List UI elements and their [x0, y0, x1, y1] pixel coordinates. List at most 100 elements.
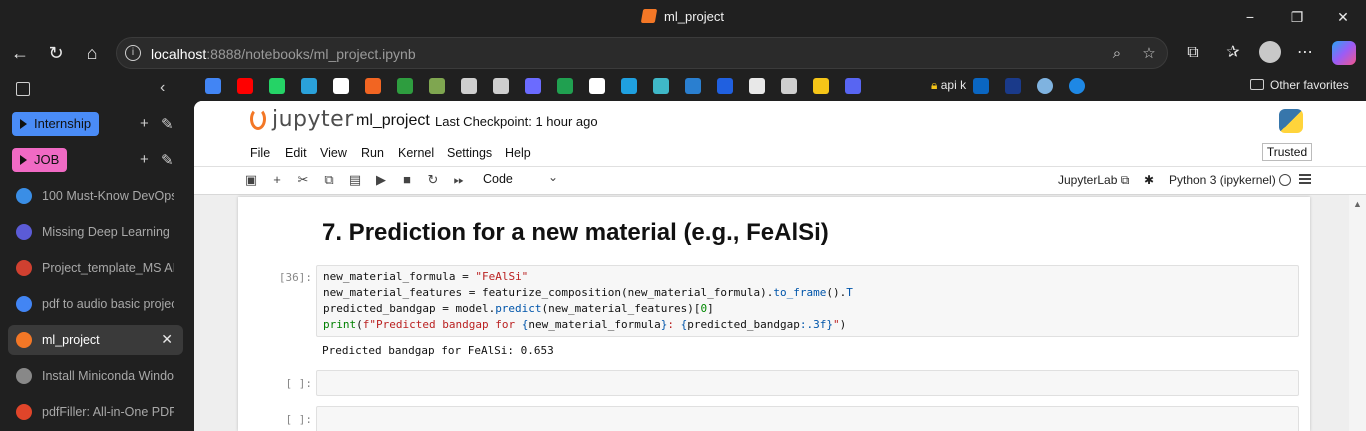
- vertical-scrollbar[interactable]: ▲: [1349, 195, 1366, 431]
- fast-forward-icon[interactable]: ⏩︎: [451, 172, 467, 188]
- eye-icon[interactable]: [653, 78, 669, 94]
- copy-icon[interactable]: ⧉: [321, 172, 337, 188]
- menu-edit[interactable]: Edit: [285, 146, 307, 160]
- code-line: new_material_formula = "FeAlSi": [323, 270, 529, 283]
- restart-icon[interactable]: ↻: [425, 172, 441, 188]
- emoji-icon[interactable]: [813, 78, 829, 94]
- sidebar-tab[interactable]: pdfFiller: All-in-One PDF: [8, 397, 183, 427]
- github-icon[interactable]: [589, 78, 605, 94]
- check-icon[interactable]: [1069, 78, 1085, 94]
- close-window-button[interactable]: ✕: [1334, 8, 1352, 26]
- cut-icon[interactable]: ✂: [295, 172, 311, 188]
- google-icon[interactable]: [205, 78, 221, 94]
- empty-code-cell[interactable]: [316, 406, 1299, 431]
- add-cell-icon[interactable]: +: [269, 172, 285, 188]
- chevron-down-icon[interactable]: ⌄: [548, 170, 558, 184]
- back-arrow-icon[interactable]: ←: [9, 42, 31, 64]
- kernel-name[interactable]: Python 3 (ipykernel): [1169, 173, 1276, 187]
- profile-avatar[interactable]: [1259, 41, 1281, 63]
- c-icon[interactable]: [717, 78, 733, 94]
- sidebar-tab[interactable]: Install Miniconda Windo: [8, 361, 183, 391]
- menu-help[interactable]: Help: [505, 146, 531, 160]
- more-options-icon[interactable]: ⋯: [1294, 42, 1316, 64]
- code-line: predicted_bandgap = model.predict(new_ma…: [323, 302, 714, 315]
- menu-view[interactable]: View: [320, 146, 347, 160]
- telegram-icon[interactable]: [301, 78, 317, 94]
- run-icon[interactable]: ▶: [373, 172, 389, 188]
- tab-group-job[interactable]: JOB: [12, 148, 68, 172]
- close-tab-icon[interactable]: ✕: [161, 331, 173, 348]
- tab-label: pdf to audio basic projec: [42, 297, 174, 311]
- sidebar-tab[interactable]: Missing Deep Learning F: [8, 217, 183, 247]
- home-icon[interactable]: ⌂: [81, 42, 103, 64]
- sidebar-tab[interactable]: Project_template_MS AI: [8, 253, 183, 283]
- edit-group-icon[interactable]: ✎: [161, 115, 174, 133]
- paste-icon[interactable]: ▤: [347, 172, 363, 188]
- tab-favicon-icon: [16, 296, 32, 312]
- box-icon[interactable]: [365, 78, 381, 94]
- site-info-icon[interactable]: i: [125, 45, 141, 61]
- tab-favicon-icon: [16, 224, 32, 240]
- whatsapp-icon[interactable]: [269, 78, 285, 94]
- favorites-icon[interactable]: ✰: [1222, 42, 1244, 64]
- debug-bug-icon[interactable]: ✱: [1144, 173, 1154, 187]
- sidebar-tab[interactable]: ml_project ✕: [8, 325, 183, 355]
- chatgpt-icon[interactable]: [493, 78, 509, 94]
- globe-icon[interactable]: [461, 78, 477, 94]
- refresh-icon[interactable]: ↻: [45, 42, 67, 64]
- scroll-up-icon[interactable]: ▲: [1353, 199, 1362, 209]
- circle-app-icon[interactable]: [1037, 78, 1053, 94]
- zoom-icon[interactable]: ⌕: [1107, 44, 1127, 64]
- monitor-icon[interactable]: [749, 78, 765, 94]
- menu-kernel[interactable]: Kernel: [398, 146, 434, 160]
- maximize-button[interactable]: ❐: [1288, 8, 1306, 26]
- linkedin-icon[interactable]: [973, 78, 989, 94]
- window-title: ml_project: [0, 9, 1366, 24]
- address-bar[interactable]: i localhost:8888/notebooks/ml_project.ip…: [116, 37, 1168, 69]
- trusted-badge[interactable]: Trusted: [1262, 143, 1312, 161]
- checkpoint-status: Last Checkpoint: 1 hour ago: [435, 114, 598, 129]
- minimize-button[interactable]: −: [1241, 8, 1259, 26]
- tab-label: Install Miniconda Windo: [42, 369, 174, 383]
- w-icon[interactable]: [557, 78, 573, 94]
- menu-settings[interactable]: Settings: [447, 146, 492, 160]
- leaf-icon[interactable]: [397, 78, 413, 94]
- tab-group-internship[interactable]: Internship: [12, 112, 100, 136]
- stop-icon[interactable]: ■: [399, 172, 415, 188]
- star-badge-icon[interactable]: [1005, 78, 1021, 94]
- k-icon[interactable]: [621, 78, 637, 94]
- jupyter-logo[interactable]: jupyter: [250, 107, 354, 132]
- add-tab-icon[interactable]: +: [140, 115, 149, 132]
- bookmark-icon[interactable]: [333, 78, 349, 94]
- copilot-icon[interactable]: [1332, 41, 1356, 65]
- other-favorites[interactable]: Other favorites: [1250, 78, 1349, 92]
- collapse-sidebar-icon[interactable]: ‹: [160, 79, 165, 97]
- cell-type-select[interactable]: Code: [483, 172, 513, 186]
- url-text[interactable]: localhost:8888/notebooks/ml_project.ipyn…: [151, 46, 416, 62]
- youtube-icon[interactable]: [237, 78, 253, 94]
- extensions-icon[interactable]: ⧉: [1182, 42, 1204, 64]
- menu-icon[interactable]: [1299, 174, 1311, 184]
- kernel-status-icon: [1279, 174, 1291, 186]
- grid-icon[interactable]: [781, 78, 797, 94]
- markdown-heading[interactable]: 7. Prediction for a new material (e.g., …: [322, 219, 829, 247]
- add-tab-icon[interactable]: +: [140, 151, 149, 168]
- dove-icon[interactable]: [525, 78, 541, 94]
- edit-group-icon[interactable]: ✎: [161, 151, 174, 169]
- chess-icon[interactable]: [429, 78, 445, 94]
- menu-run[interactable]: Run: [361, 146, 384, 160]
- discord-icon[interactable]: [845, 78, 861, 94]
- notebook-name[interactable]: ml_project: [356, 112, 430, 130]
- t-icon[interactable]: [685, 78, 701, 94]
- folder-icon: [1250, 79, 1264, 90]
- sidebar-tab[interactable]: pdf to audio basic projec: [8, 289, 183, 319]
- favorite-star-icon[interactable]: ☆: [1139, 44, 1159, 64]
- jupyterlab-link[interactable]: JupyterLab ⧉: [1058, 173, 1129, 188]
- empty-code-cell[interactable]: [316, 370, 1299, 396]
- menu-file[interactable]: File: [250, 146, 270, 160]
- save-icon[interactable]: ▣: [243, 172, 259, 188]
- sidebar-tab[interactable]: 100 Must-Know DevOps: [8, 181, 183, 211]
- code-cell[interactable]: new_material_formula = "FeAlSi" new_mate…: [316, 265, 1299, 337]
- bookmark-api-k[interactable]: 🔒︎ api k: [931, 78, 966, 93]
- tab-actions-icon[interactable]: [16, 82, 30, 96]
